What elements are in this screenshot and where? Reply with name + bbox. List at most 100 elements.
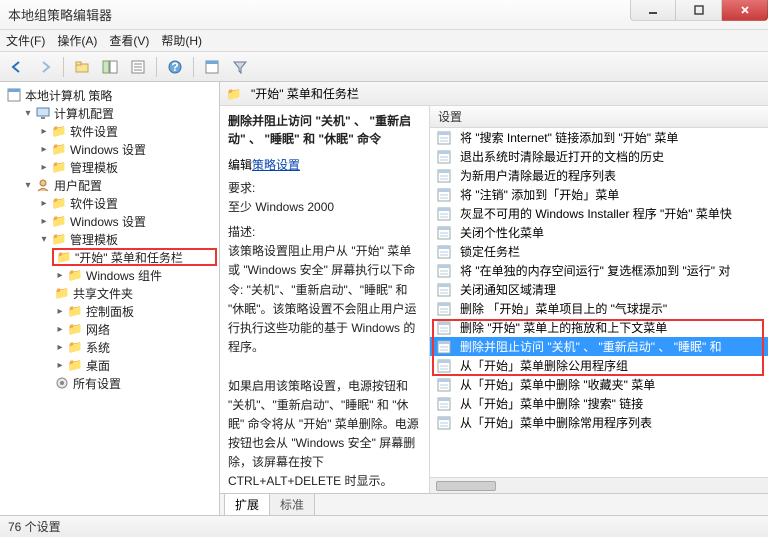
policy-item-icon (436, 263, 452, 279)
settings-row[interactable]: 从「开始」菜单删除公用程序组 (430, 356, 768, 375)
menu-action[interactable]: 操作(A) (57, 32, 97, 49)
tab-standard[interactable]: 标准 (269, 494, 315, 515)
close-button[interactable] (722, 0, 768, 21)
settings-row[interactable]: 关闭通知区域清理 (430, 280, 768, 299)
tree-item[interactable]: ▸📁管理模板 (36, 158, 217, 176)
up-button[interactable] (69, 55, 95, 79)
folder-icon: 📁 (67, 303, 83, 319)
result-header: 📁 "开始" 菜单和任务栏 (220, 82, 768, 106)
policy-item-icon (436, 244, 452, 260)
settings-row[interactable]: 关闭个性化菜单 (430, 223, 768, 242)
tree-item[interactable]: ▸📁Windows 组件 (52, 266, 217, 284)
console-tree[interactable]: 本地计算机 策略 ▾ 计算机配置 ▸📁软件设置 ▸📁Windows 设置 ▸📁管… (0, 82, 220, 515)
policy-item-icon (436, 396, 452, 412)
settings-list: 设置 将 "搜索 Internet" 链接添加到 "开始" 菜单退出系统时清除最… (430, 106, 768, 493)
settings-row-label: 关闭通知区域清理 (460, 281, 556, 298)
policy-item-icon (436, 377, 452, 393)
title-bar: 本地组策略编辑器 (0, 0, 768, 30)
expand-icon[interactable]: ▸ (54, 341, 66, 353)
settings-row[interactable]: 从「开始」菜单中删除 "搜索" 链接 (430, 394, 768, 413)
tree-item[interactable]: ▸📁Windows 设置 (36, 212, 217, 230)
show-hide-tree-button[interactable] (97, 55, 123, 79)
policy-item-icon (436, 415, 452, 431)
tree-item[interactable]: ▸📁桌面 (52, 356, 217, 374)
properties-button[interactable] (199, 55, 225, 79)
filter-button[interactable] (227, 55, 253, 79)
minimize-button[interactable] (630, 0, 676, 21)
tree-item[interactable]: ▸📁软件设置 (36, 122, 217, 140)
settings-row[interactable]: 删除 "开始" 菜单上的拖放和上下文菜单 (430, 318, 768, 337)
edit-policy-link[interactable]: 策略设置 (252, 158, 300, 172)
tree-item[interactable]: ▸📁网络 (52, 320, 217, 338)
tree-item[interactable]: 📁共享文件夹 (52, 284, 217, 302)
settings-list-body[interactable]: 将 "搜索 Internet" 链接添加到 "开始" 菜单退出系统时清除最近打开… (430, 128, 768, 477)
policy-title: 删除并阻止访问 "关机" 、 "重新启动" 、 "睡眠" 和 "休眠" 命令 (228, 112, 421, 148)
settings-row-label: 为新用户清除最近的程序列表 (460, 167, 616, 184)
back-button[interactable] (4, 55, 30, 79)
policy-item-icon (436, 206, 452, 222)
policy-detail: 删除并阻止访问 "关机" 、 "重新启动" 、 "睡眠" 和 "休眠" 命令 编… (220, 106, 430, 493)
horizontal-scrollbar[interactable] (430, 477, 768, 493)
settings-row-label: 从「开始」菜单中删除常用程序列表 (460, 414, 652, 431)
scrollbar-thumb[interactable] (436, 481, 496, 491)
status-text: 76 个设置 (8, 518, 61, 535)
status-bar: 76 个设置 (0, 515, 768, 537)
tree-item[interactable]: ▸📁软件设置 (36, 194, 217, 212)
expand-icon[interactable]: ▸ (38, 161, 50, 173)
settings-row-label: 退出系统时清除最近打开的文档的历史 (460, 148, 664, 165)
menu-file[interactable]: 文件(F) (6, 32, 45, 49)
settings-row-label: 将 "注销" 添加到「开始」菜单 (460, 186, 619, 203)
settings-row[interactable]: 删除并阻止访问 "关机" 、 "重新启动" 、 "睡眠" 和 (430, 337, 768, 356)
policy-item-icon (436, 301, 452, 317)
tree-item[interactable]: ▸📁系统 (52, 338, 217, 356)
svg-text:?: ? (171, 60, 178, 74)
expand-icon[interactable]: ▸ (38, 197, 50, 209)
settings-row[interactable]: 将 "在单独的内存空间运行" 复选框添加到 "运行" 对 (430, 261, 768, 280)
policy-item-icon (436, 149, 452, 165)
separator (193, 57, 194, 77)
settings-row[interactable]: 删除 「开始」菜单项目上的 "气球提示" (430, 299, 768, 318)
collapse-icon[interactable]: ▾ (22, 179, 34, 191)
folder-icon: 📁 (51, 195, 67, 211)
tree-admin-templates[interactable]: ▾📁管理模板 (36, 230, 217, 248)
settings-row[interactable]: 将 "注销" 添加到「开始」菜单 (430, 185, 768, 204)
collapse-icon[interactable]: ▾ (22, 107, 34, 119)
settings-column-header[interactable]: 设置 (430, 106, 768, 128)
settings-row[interactable]: 灰显不可用的 Windows Installer 程序 "开始" 菜单快 (430, 204, 768, 223)
tree-start-menu-taskbar[interactable]: 📁"开始" 菜单和任务栏 (52, 248, 217, 266)
policy-item-icon (436, 187, 452, 203)
settings-row[interactable]: 将 "搜索 Internet" 链接添加到 "开始" 菜单 (430, 128, 768, 147)
expand-icon[interactable]: ▸ (54, 305, 66, 317)
tree-item[interactable]: ▸📁控制面板 (52, 302, 217, 320)
computer-icon (35, 105, 51, 121)
maximize-button[interactable] (676, 0, 722, 21)
settings-row[interactable]: 退出系统时清除最近打开的文档的历史 (430, 147, 768, 166)
forward-button[interactable] (32, 55, 58, 79)
tree-item[interactable]: ▸📁Windows 设置 (36, 140, 217, 158)
settings-row[interactable]: 从「开始」菜单中删除 "收藏夹" 菜单 (430, 375, 768, 394)
window-title: 本地组策略编辑器 (8, 5, 630, 24)
expand-icon[interactable]: ▸ (38, 143, 50, 155)
settings-row[interactable]: 从「开始」菜单中删除常用程序列表 (430, 413, 768, 432)
description-text: 该策略设置阻止用户从 "开始" 菜单或 "Windows 安全" 屏幕执行以下命… (228, 242, 421, 491)
menu-view[interactable]: 查看(V) (109, 32, 149, 49)
folder-icon: 📁 (51, 231, 67, 247)
help-button[interactable]: ? (162, 55, 188, 79)
settings-row[interactable]: 为新用户清除最近的程序列表 (430, 166, 768, 185)
settings-row[interactable]: 锁定任务栏 (430, 242, 768, 261)
tree-computer-config[interactable]: ▾ 计算机配置 (20, 104, 217, 122)
export-list-button[interactable] (125, 55, 151, 79)
expand-icon[interactable]: ▸ (38, 215, 50, 227)
expand-icon[interactable]: ▸ (54, 323, 66, 335)
expand-icon[interactable]: ▸ (54, 359, 66, 371)
collapse-icon[interactable]: ▾ (38, 233, 50, 245)
menu-help[interactable]: 帮助(H) (161, 32, 202, 49)
tree-item-all-settings[interactable]: 所有设置 (52, 374, 217, 392)
expand-icon[interactable]: ▸ (38, 125, 50, 137)
main-area: 本地计算机 策略 ▾ 计算机配置 ▸📁软件设置 ▸📁Windows 设置 ▸📁管… (0, 82, 768, 515)
tree-root[interactable]: 本地计算机 策略 (4, 86, 217, 104)
tab-extended[interactable]: 扩展 (224, 494, 270, 515)
policy-item-icon (436, 168, 452, 184)
expand-icon[interactable]: ▸ (54, 269, 66, 281)
tree-user-config[interactable]: ▾ 用户配置 (20, 176, 217, 194)
